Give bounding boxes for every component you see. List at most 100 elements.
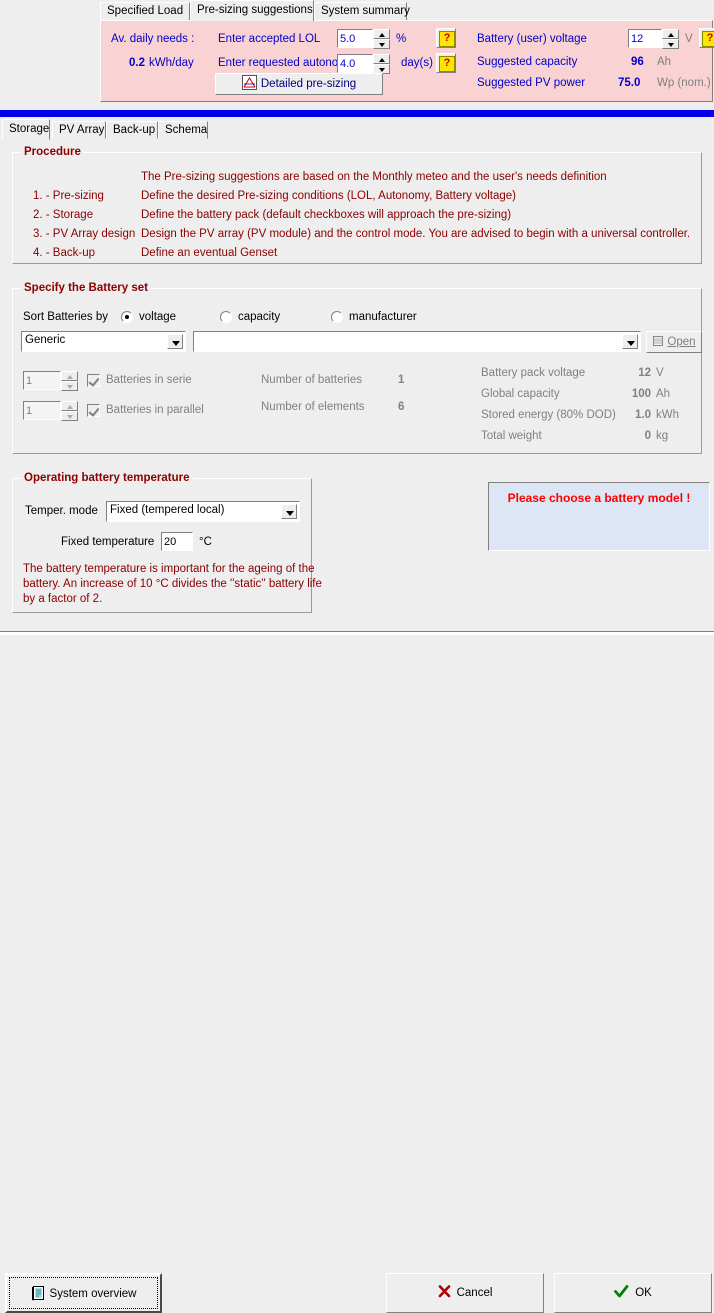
temper-mode-label: Temper. mode: [25, 505, 98, 517]
open-battery-button[interactable]: Open: [646, 331, 702, 353]
cancel-button[interactable]: Cancel: [386, 1273, 544, 1313]
radio-sort-voltage-label[interactable]: voltage: [139, 311, 176, 323]
total-weight-label: Total weight: [481, 430, 542, 442]
batteries-in-serie-input[interactable]: [23, 371, 61, 390]
autonomy-input[interactable]: [337, 54, 373, 73]
av-daily-needs-value: 0.2: [129, 57, 145, 69]
battery-pack-voltage-label: Battery pack voltage: [481, 367, 586, 379]
checkmark-icon: [614, 1285, 629, 1298]
open-button-label: Open: [667, 336, 696, 348]
procedure-intro: The Pre-sizing suggestions are based on …: [141, 171, 607, 183]
detailed-presizing-button[interactable]: Detailed pre-sizing: [215, 73, 383, 95]
stored-energy-label: Stored energy (80% DOD): [481, 409, 616, 421]
number-of-elements-value: 6: [398, 401, 405, 413]
system-overview-label: System overview: [49, 1288, 137, 1300]
detailed-presizing-label: Detailed pre-sizing: [260, 78, 357, 90]
battery-model-warning-text: Please choose a battery model !: [507, 491, 691, 505]
radio-sort-voltage[interactable]: [121, 311, 133, 323]
number-of-batteries-value: 1: [398, 374, 405, 386]
lol-spinner-down[interactable]: [373, 39, 390, 49]
lol-spinner[interactable]: [373, 29, 390, 49]
tab-presizing-suggestions[interactable]: Pre-sizing suggestions: [190, 0, 314, 21]
suggested-pv-power-unit: Wp (nom.): [657, 77, 711, 89]
autonomy-spinner-up[interactable]: [373, 54, 390, 64]
question-mark-icon: ?: [702, 31, 714, 47]
question-mark-icon: ?: [439, 56, 455, 72]
system-overview-label-wrap: System overview: [7, 1285, 160, 1301]
tab-pv-array-label: PV Array: [59, 124, 105, 136]
sidebar-item-storage[interactable]: Storage: [2, 119, 50, 140]
batteries-in-serie-checkbox[interactable]: [87, 374, 100, 387]
manufacturer-combo[interactable]: Generic: [21, 331, 186, 352]
battery-icon: [653, 336, 664, 346]
radio-sort-manufacturer-label[interactable]: manufacturer: [349, 311, 417, 323]
total-weight-value: 0: [644, 430, 651, 442]
batteries-in-serie-label: Batteries in serie: [106, 374, 192, 386]
temperature-note-line-2: battery. An increase of 10 °C divides th…: [23, 578, 322, 590]
procedure-group: Procedure The Pre-sizing suggestions are…: [12, 146, 702, 264]
serie-spinner-up[interactable]: [61, 371, 78, 381]
tab-system-summary[interactable]: System summary: [314, 2, 410, 20]
battery-voltage-help-button[interactable]: ?: [699, 28, 714, 48]
fixed-temperature-input[interactable]: [161, 532, 193, 551]
fixed-temperature-label: Fixed temperature: [61, 536, 155, 548]
chevron-down-icon[interactable]: [281, 504, 297, 519]
batteries-in-parallel-spinner[interactable]: [61, 401, 78, 421]
battery-voltage-spinner[interactable]: [662, 29, 679, 49]
chevron-down-icon[interactable]: [167, 334, 183, 349]
autonomy-help-button[interactable]: ?: [436, 53, 456, 73]
batteries-in-parallel-label: Batteries in parallel: [106, 404, 204, 416]
battery-voltage-spinner-down[interactable]: [662, 39, 679, 49]
cross-icon: [438, 1285, 450, 1298]
parallel-spinner-down[interactable]: [61, 411, 78, 421]
batteries-in-parallel-input[interactable]: [23, 401, 61, 420]
cancel-button-inner: Cancel: [387, 1285, 543, 1299]
cancel-button-label: Cancel: [456, 1287, 493, 1299]
radio-sort-manufacturer[interactable]: [331, 311, 343, 323]
battery-set-title: Specify the Battery set: [21, 282, 151, 294]
temper-mode-combo[interactable]: Fixed (tempered local): [106, 501, 300, 522]
lol-label: Enter accepted LOL: [218, 33, 321, 45]
radio-sort-capacity[interactable]: [220, 311, 232, 323]
procedure-step-3: 3. - PV Array design: [33, 228, 136, 240]
system-overview-button[interactable]: System overview: [5, 1273, 162, 1313]
av-daily-needs-unit: kWh/day: [149, 57, 194, 69]
autonomy-spinner[interactable]: [373, 54, 390, 74]
question-mark-icon: ?: [439, 31, 455, 47]
parallel-spinner-up[interactable]: [61, 401, 78, 411]
autonomy-unit: day(s): [401, 57, 433, 69]
lol-unit: %: [396, 33, 407, 45]
sidebar-item-backup[interactable]: Back-up: [106, 121, 158, 139]
global-capacity-unit: Ah: [656, 388, 671, 400]
blue-separator: [0, 110, 714, 117]
sort-batteries-label: Sort Batteries by: [23, 311, 109, 323]
batteries-in-parallel-checkbox[interactable]: [87, 404, 100, 417]
footer-bar: System overview Cancel OK: [0, 633, 714, 1313]
operating-temperature-title: Operating battery temperature: [21, 472, 193, 484]
global-capacity-label: Global capacity: [481, 388, 560, 400]
battery-model-combo[interactable]: [193, 331, 641, 352]
stored-energy-unit: kWh: [656, 409, 679, 421]
lol-help-button[interactable]: ?: [436, 28, 456, 48]
stored-energy-value: 1.0: [635, 409, 651, 421]
operating-temperature-group: Operating battery temperature Temper. mo…: [12, 472, 322, 613]
radio-sort-capacity-label[interactable]: capacity: [238, 311, 280, 323]
suggested-capacity-unit: Ah: [657, 56, 672, 68]
lol-input[interactable]: [337, 29, 373, 48]
suggested-pv-power-label: Suggested PV power: [477, 77, 586, 89]
sidebar-item-pv-array[interactable]: PV Array: [52, 121, 106, 139]
battery-voltage-input[interactable]: [628, 29, 662, 48]
sidebar-item-schema[interactable]: Schema: [158, 121, 208, 139]
global-capacity-value: 100: [631, 388, 651, 400]
ok-button[interactable]: OK: [554, 1273, 712, 1313]
lol-spinner-up[interactable]: [373, 29, 390, 39]
serie-spinner-down[interactable]: [61, 381, 78, 391]
number-of-batteries-label: Number of batteries: [261, 374, 362, 386]
suggested-capacity-label: Suggested capacity: [477, 56, 578, 68]
tab-system-summary-label: System summary: [321, 5, 410, 17]
battery-voltage-spinner-up[interactable]: [662, 29, 679, 39]
chevron-down-icon[interactable]: [622, 334, 638, 349]
batteries-in-serie-spinner[interactable]: [61, 371, 78, 391]
tab-specified-load[interactable]: Specified Load: [100, 2, 190, 20]
procedure-title: Procedure: [21, 146, 84, 158]
